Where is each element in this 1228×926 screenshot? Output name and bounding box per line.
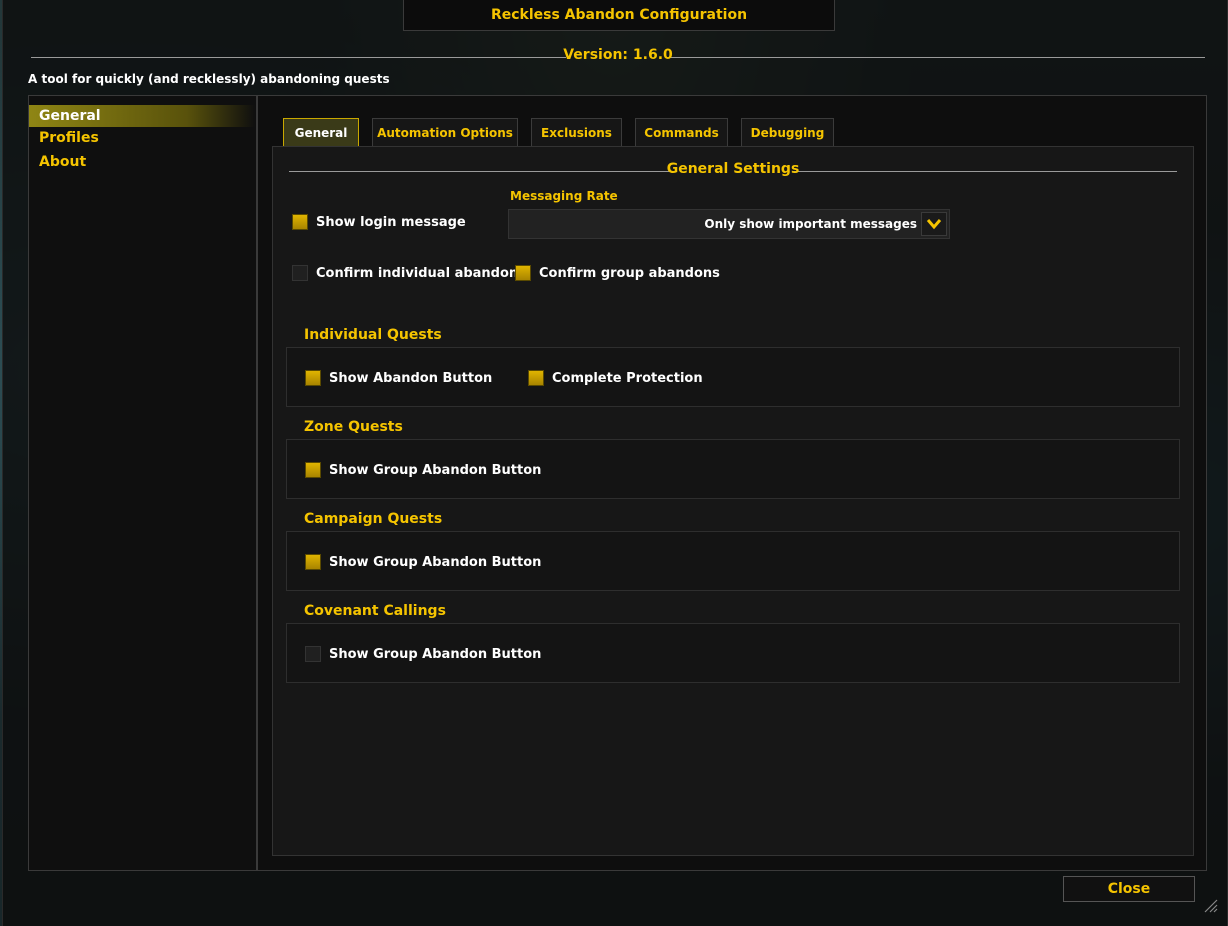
tab-automation-options[interactable]: Automation Options [372, 118, 518, 146]
individual-quests-heading: Individual Quests [304, 327, 442, 343]
tab-content: General Settings Show login message Mess… [272, 146, 1194, 856]
campaign-quests-heading: Campaign Quests [304, 511, 443, 527]
checkbox-label: Show Group Abandon Button [329, 462, 542, 478]
checkbox-label: Confirm individual abandons [316, 265, 526, 281]
sidebar-nav: General Profiles About [28, 95, 257, 871]
campaign-quests-group: Show Group Abandon Button [286, 531, 1180, 591]
show-abandon-button-checkbox[interactable]: Show Abandon Button [305, 370, 492, 386]
tab-commands[interactable]: Commands [635, 118, 728, 146]
checkbox-label: Show Abandon Button [329, 370, 493, 386]
checkbox-box[interactable] [305, 462, 321, 478]
tab-exclusions[interactable]: Exclusions [531, 118, 622, 146]
covenant-callings-heading: Covenant Callings [304, 603, 446, 619]
zone-quests-group: Show Group Abandon Button [286, 439, 1180, 499]
show-login-message-checkbox[interactable]: Show login message [292, 214, 466, 230]
covenant-callings-group: Show Group Abandon Button [286, 623, 1180, 683]
checkbox-label: Show Group Abandon Button [329, 554, 542, 570]
checkbox-box[interactable] [305, 554, 321, 570]
zone-show-group-abandon-checkbox[interactable]: Show Group Abandon Button [305, 462, 541, 478]
sidebar-item-about[interactable]: About [29, 151, 255, 173]
close-button[interactable]: Close [1063, 876, 1195, 902]
window-title[interactable]: Reckless Abandon Configuration [403, 0, 835, 31]
sidebar-item-general[interactable]: General [29, 105, 255, 127]
checkbox-label: Complete Protection [552, 370, 703, 386]
confirm-individual-checkbox[interactable]: Confirm individual abandons [292, 265, 526, 281]
checkbox-box[interactable] [292, 265, 308, 281]
tagline: A tool for quickly (and recklessly) aban… [28, 72, 390, 86]
version-row: Version: 1.6.0 [31, 47, 1205, 67]
covenant-show-group-abandon-checkbox[interactable]: Show Group Abandon Button [305, 646, 541, 662]
zone-quests-heading: Zone Quests [304, 419, 403, 435]
checkbox-box[interactable] [515, 265, 531, 281]
version-label: Version: 1.6.0 [563, 47, 673, 63]
complete-protection-checkbox[interactable]: Complete Protection [528, 370, 703, 386]
checkbox-box[interactable] [305, 370, 321, 386]
campaign-show-group-abandon-checkbox[interactable]: Show Group Abandon Button [305, 554, 541, 570]
tab-debugging[interactable]: Debugging [741, 118, 834, 146]
checkbox-box[interactable] [528, 370, 544, 386]
main-panel: General Automation Options Exclusions Co… [257, 95, 1207, 871]
checkbox-label: Show login message [316, 214, 466, 230]
sidebar-item-profiles[interactable]: Profiles [29, 127, 255, 149]
checkbox-label: Confirm group abandons [539, 265, 720, 281]
individual-quests-group: Show Abandon Button Complete Protection [286, 347, 1180, 407]
messaging-rate-dropdown[interactable]: Only show important messages [508, 209, 950, 239]
resize-grip-icon[interactable] [1201, 896, 1219, 914]
general-settings-heading: General Settings [289, 161, 1177, 181]
checkbox-box[interactable] [305, 646, 321, 662]
confirm-group-checkbox[interactable]: Confirm group abandons [515, 265, 720, 281]
messaging-rate-label: Messaging Rate [510, 189, 618, 203]
config-window: Reckless Abandon Configuration Version: … [2, 0, 1228, 926]
tab-general[interactable]: General [283, 118, 359, 148]
checkbox-label: Show Group Abandon Button [329, 646, 542, 662]
checkbox-box[interactable] [292, 214, 308, 230]
chevron-down-icon[interactable] [921, 212, 947, 236]
section-title: General Settings [666, 161, 800, 177]
dropdown-value: Only show important messages [704, 217, 917, 231]
